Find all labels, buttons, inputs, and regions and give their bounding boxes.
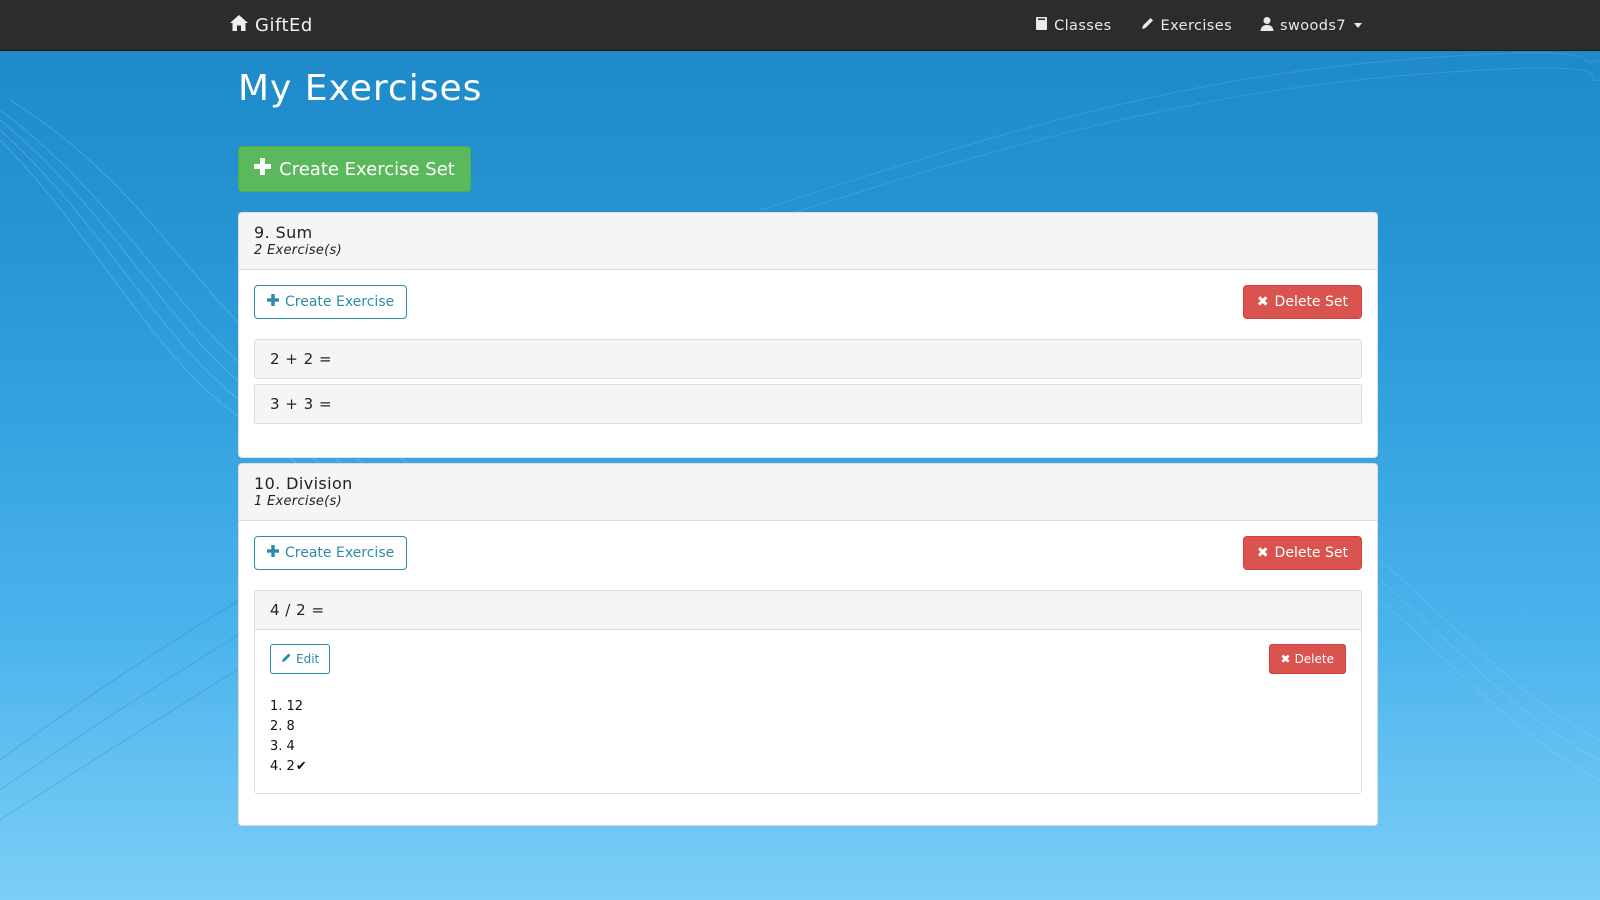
pencil-icon	[281, 652, 292, 666]
delete-set-label: Delete Set	[1274, 545, 1348, 561]
nav-classes-label: Classes	[1054, 17, 1112, 34]
create-exercise-button[interactable]: Create Exercise	[254, 536, 408, 570]
edit-exercise-button[interactable]: Edit	[270, 644, 331, 674]
exercise-question: 2 + 2 =	[270, 350, 333, 368]
brand-name: GiftEd	[255, 15, 313, 36]
brand-link[interactable]: GiftEd	[229, 14, 313, 37]
create-exercise-set-button[interactable]: Create Exercise Set	[238, 146, 471, 192]
nav-classes[interactable]: Classes	[1035, 16, 1111, 35]
exercise-details: Edit ✖ Delete 1. 12 2. 8 3. 4 4. 2 ✔	[255, 629, 1361, 793]
exercise-question: 3 + 3 =	[270, 395, 333, 413]
plus-icon	[254, 158, 272, 180]
exercise-item-expanded: 4 / 2 = Edit ✖ Delete 1. 12 2. 8 3. 4 4.…	[254, 590, 1362, 794]
set-heading: 9. Sum 2 Exercise(s)	[239, 213, 1377, 270]
create-exercise-set-label: Create Exercise Set	[279, 158, 455, 180]
delete-exercise-label: Delete	[1294, 652, 1334, 666]
exercise-item[interactable]: 2 + 2 =	[254, 339, 1362, 379]
page-title: My Exercises	[238, 68, 483, 109]
nav-user-dropdown[interactable]: swoods7	[1260, 16, 1362, 35]
delete-exercise-button[interactable]: ✖ Delete	[1268, 644, 1346, 674]
answer-option: 1. 12	[270, 699, 304, 714]
exercise-question[interactable]: 4 / 2 =	[255, 591, 1361, 629]
answer-option-correct: 4. 2 ✔	[270, 757, 1346, 777]
create-exercise-button[interactable]: Create Exercise	[254, 285, 408, 319]
set-exercise-count: 2 Exercise(s)	[254, 243, 342, 258]
plus-icon	[267, 545, 279, 561]
nav-exercises[interactable]: Exercises	[1140, 16, 1233, 35]
set-exercise-count: 1 Exercise(s)	[254, 494, 342, 509]
nav-exercises-label: Exercises	[1160, 17, 1233, 34]
caret-down-icon	[1354, 23, 1362, 28]
checkmark-icon: ✔	[295, 759, 307, 774]
delete-set-label: Delete Set	[1274, 294, 1348, 310]
edit-label: Edit	[296, 652, 320, 666]
set-title: 10. Division	[254, 474, 353, 493]
create-exercise-label: Create Exercise	[285, 545, 395, 561]
answer-options-list: 1. 12 2. 8 3. 4 4. 2 ✔	[270, 697, 1346, 777]
top-navbar: GiftEd Classes Exercises swoods7	[0, 0, 1600, 51]
close-icon: ✖	[1256, 294, 1269, 310]
set-title: 9. Sum	[254, 223, 313, 242]
home-icon	[229, 14, 249, 37]
exercise-item[interactable]: 3 + 3 =	[254, 384, 1362, 424]
plus-icon	[267, 294, 279, 310]
answer-option: 2. 8	[270, 719, 295, 734]
close-icon: ✖	[1280, 652, 1291, 666]
user-icon	[1260, 16, 1274, 35]
book-icon	[1035, 16, 1048, 35]
pencil-icon	[1140, 16, 1155, 35]
delete-set-button[interactable]: ✖ Delete Set	[1242, 285, 1362, 319]
create-exercise-label: Create Exercise	[285, 294, 395, 310]
set-heading: 10. Division 1 Exercise(s)	[239, 464, 1377, 521]
close-icon: ✖	[1256, 545, 1269, 561]
nav-username: swoods7	[1280, 17, 1346, 34]
exercise-set-panel: 10. Division 1 Exercise(s) Create Exerci…	[238, 463, 1378, 826]
exercise-set-panel: 9. Sum 2 Exercise(s) Create Exercise ✖ D…	[238, 212, 1378, 458]
answer-option: 3. 4	[270, 739, 295, 754]
delete-set-button[interactable]: ✖ Delete Set	[1242, 536, 1362, 570]
